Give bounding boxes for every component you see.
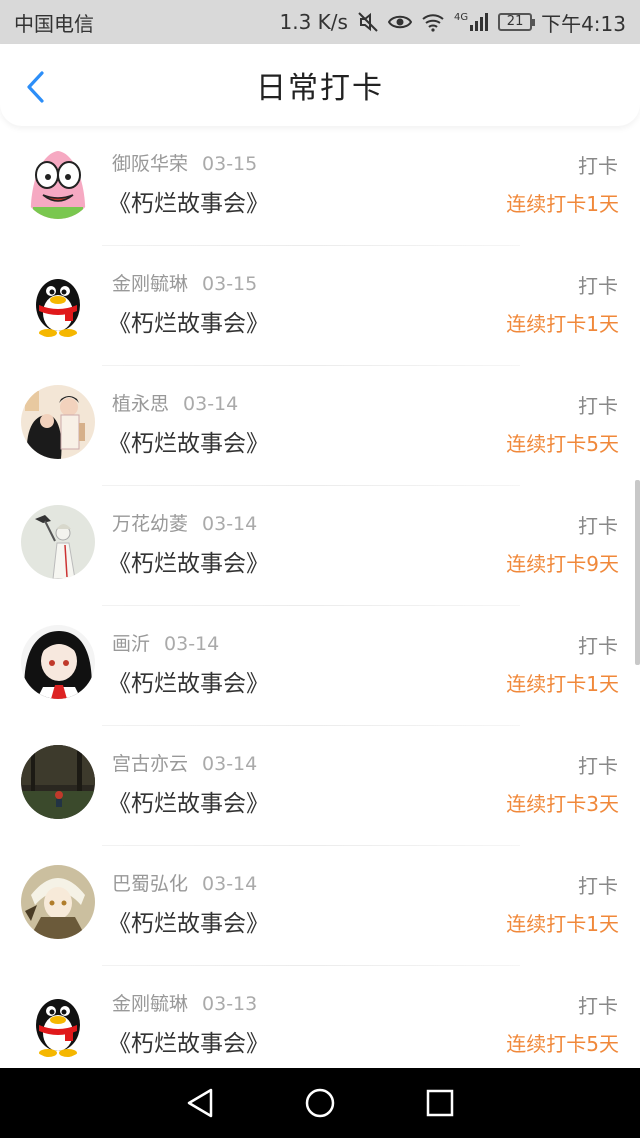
book-title: 《朽烂故事会》	[108, 1031, 269, 1057]
chevron-left-icon	[27, 71, 44, 103]
avatar[interactable]	[21, 145, 95, 219]
nav-back-button[interactable]	[180, 1083, 220, 1123]
user-name: 画沂 03-14	[112, 629, 219, 656]
scrollbar[interactable]	[635, 480, 640, 665]
clock: 下午4:13	[541, 11, 626, 36]
list-item[interactable]: 御阪华荣 03-15 《朽烂故事会》 打卡 连续打卡1天	[0, 126, 640, 246]
avatar[interactable]	[21, 745, 95, 819]
book-title: 《朽烂故事会》	[108, 671, 269, 697]
user-name-text: 宫古亦云	[112, 753, 189, 775]
streak-label: 连续打卡5天	[506, 1032, 619, 1056]
streak-label: 连续打卡1天	[506, 672, 619, 696]
list-item[interactable]: 植永思 03-14 《朽烂故事会》 打卡 连续打卡5天	[0, 366, 640, 486]
system-nav-bar	[0, 1068, 640, 1138]
streak-label: 连续打卡1天	[506, 192, 619, 216]
signal-icon: 4G	[454, 12, 489, 32]
avatar[interactable]	[21, 265, 95, 339]
book-title: 《朽烂故事会》	[108, 911, 269, 937]
user-name-text: 金刚毓琳	[112, 273, 189, 295]
checkin-action-label: 打卡	[578, 634, 618, 658]
user-name-text: 金刚毓琳	[112, 993, 189, 1015]
checkin-date: 03-13	[202, 993, 258, 1015]
checkin-action-label: 打卡	[578, 154, 618, 178]
book-title: 《朽烂故事会》	[108, 551, 269, 577]
streak-label: 连续打卡3天	[506, 792, 619, 816]
wifi-icon	[421, 12, 445, 32]
checkin-date: 03-14	[164, 633, 220, 655]
avatar[interactable]	[21, 985, 95, 1059]
user-name: 金刚毓琳 03-15	[112, 269, 257, 296]
checkin-list[interactable]: 御阪华荣 03-15 《朽烂故事会》 打卡 连续打卡1天 金刚毓琳 03-15 《朽…	[0, 126, 640, 1068]
checkin-date: 03-14	[183, 393, 239, 415]
eye-icon	[387, 13, 412, 31]
page-header: 日常打卡	[0, 44, 640, 126]
nav-recents-button[interactable]	[420, 1083, 460, 1123]
user-name: 宫古亦云 03-14	[112, 749, 257, 776]
checkin-action-label: 打卡	[578, 394, 618, 418]
checkin-date: 03-14	[202, 873, 258, 895]
network-speed: 1.3 K/s	[279, 10, 348, 34]
user-name-text: 御阪华荣	[112, 153, 189, 175]
list-item[interactable]: 金刚毓琳 03-15 《朽烂故事会》 打卡 连续打卡1天	[0, 246, 640, 366]
checkin-action-label: 打卡	[578, 754, 618, 778]
user-name: 巴蜀弘化 03-14	[112, 869, 257, 896]
checkin-date: 03-15	[202, 153, 258, 175]
checkin-action-label: 打卡	[578, 514, 618, 538]
mute-icon	[357, 11, 379, 33]
battery-icon: 21	[498, 13, 536, 31]
list-item[interactable]: 金刚毓琳 03-13 《朽烂故事会》 打卡 连续打卡5天	[0, 966, 640, 1068]
network-type: 4G	[453, 12, 469, 23]
book-title: 《朽烂故事会》	[108, 191, 269, 217]
user-name: 御阪华荣 03-15	[112, 149, 257, 176]
carrier-label: 中国电信	[14, 11, 94, 36]
checkin-date: 03-14	[202, 513, 258, 535]
book-title: 《朽烂故事会》	[108, 431, 269, 457]
status-bar: 中国电信 1.3 K/s 4G 21 下午4:13	[0, 0, 640, 44]
avatar[interactable]	[21, 865, 95, 939]
checkin-action-label: 打卡	[578, 874, 618, 898]
nav-home-button[interactable]	[300, 1083, 340, 1123]
list-item[interactable]: 巴蜀弘化 03-14 《朽烂故事会》 打卡 连续打卡1天	[0, 846, 640, 966]
streak-label: 连续打卡1天	[506, 912, 619, 936]
list-item[interactable]: 万花幼菱 03-14 《朽烂故事会》 打卡 连续打卡9天	[0, 486, 640, 606]
page-title: 日常打卡	[256, 71, 384, 106]
user-name-text: 巴蜀弘化	[112, 873, 189, 895]
list-item[interactable]: 宫古亦云 03-14 《朽烂故事会》 打卡 连续打卡3天	[0, 726, 640, 846]
streak-label: 连续打卡9天	[506, 552, 619, 576]
recents-square-icon	[426, 1089, 454, 1117]
streak-label: 连续打卡5天	[506, 432, 619, 456]
user-name: 金刚毓琳 03-13	[112, 989, 257, 1016]
book-title: 《朽烂故事会》	[108, 791, 269, 817]
book-title: 《朽烂故事会》	[108, 311, 269, 337]
checkin-action-label: 打卡	[578, 274, 618, 298]
back-triangle-icon	[187, 1088, 213, 1118]
back-button[interactable]	[18, 70, 52, 104]
user-name-text: 万花幼菱	[112, 513, 189, 535]
checkin-action-label: 打卡	[578, 994, 618, 1018]
user-name-text: 植永思	[112, 393, 170, 415]
user-name-text: 画沂	[112, 633, 151, 655]
checkin-date: 03-14	[202, 753, 258, 775]
user-name: 万花幼菱 03-14	[112, 509, 257, 536]
home-circle-icon	[305, 1088, 335, 1118]
streak-label: 连续打卡1天	[506, 312, 619, 336]
avatar[interactable]	[21, 385, 95, 459]
avatar[interactable]	[21, 505, 95, 579]
checkin-date: 03-15	[202, 273, 258, 295]
avatar[interactable]	[21, 625, 95, 699]
list-item[interactable]: 画沂 03-14 《朽烂故事会》 打卡 连续打卡1天	[0, 606, 640, 726]
user-name: 植永思 03-14	[112, 389, 238, 416]
status-icons: 1.3 K/s 4G 21 下午4:13	[280, 8, 626, 37]
